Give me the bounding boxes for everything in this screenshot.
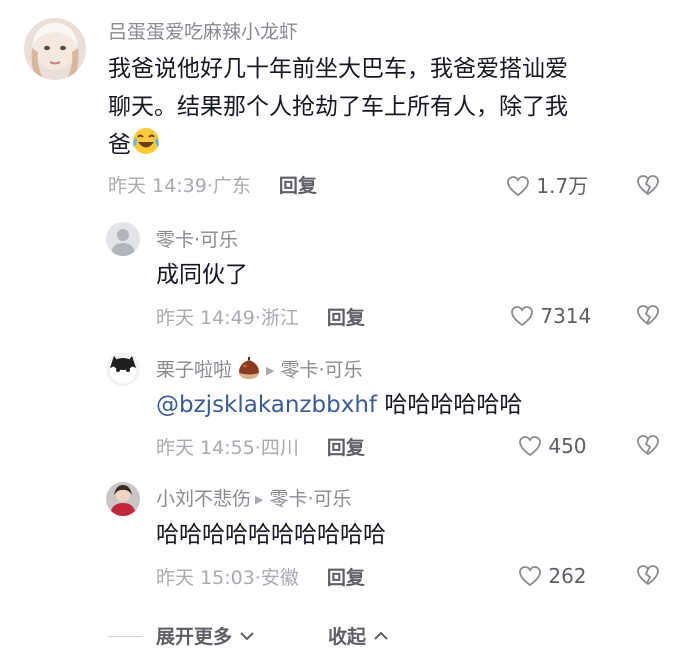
like-count: 262 <box>548 564 587 588</box>
comment-username-text[interactable]: 小刘不悲伤 <box>156 488 251 510</box>
reply-target-username[interactable]: 零卡·可乐 <box>269 488 351 510</box>
chestnut-emoji <box>236 357 262 387</box>
reply-button[interactable]: 回复 <box>327 307 365 329</box>
comment-meta: 昨天 14:39·广东 回复 <box>108 175 317 197</box>
triangle-right-icon: ▶ <box>255 493 264 506</box>
comment-meta: 昨天 14:49·浙江 回复 <box>156 307 365 329</box>
comment-username: 栗子啦啦 ▶ 零卡·可乐 <box>156 357 363 387</box>
reply-button[interactable]: 回复 <box>327 567 365 589</box>
comment-location: 四川 <box>260 437 299 459</box>
comment-location: 安徽 <box>260 567 299 589</box>
comment-text: 成同伙了 <box>156 262 248 288</box>
like-count: 1.7万 <box>536 174 589 198</box>
comment-text-line: 爸 <box>108 126 668 168</box>
like-count: 7314 <box>540 304 592 328</box>
avatar[interactable] <box>106 352 140 386</box>
triangle-right-icon: ▶ <box>266 364 275 377</box>
heart-outline-icon <box>510 304 534 328</box>
avatar[interactable] <box>106 222 140 256</box>
mention-link[interactable]: @bzjsklakanzbbxhf <box>156 392 377 418</box>
comment-username: 小刘不悲伤 ▶ 零卡·可乐 <box>156 487 352 512</box>
comment-username[interactable]: 零卡·可乐 <box>156 228 238 252</box>
dislike-button[interactable] <box>636 564 660 589</box>
comment-text: 我爸说他好几十年前坐大巴车，我爸爱搭讪爱 聊天。结果那个人抢劫了车上所有人，除了… <box>108 50 668 168</box>
dislike-button[interactable] <box>636 174 660 199</box>
comment-text: 哈哈哈哈哈哈哈哈哈哈 <box>156 522 386 548</box>
comment-text: @bzjsklakanzbbxhf 哈哈哈哈哈哈 <box>156 386 522 424</box>
reply-button[interactable]: 回复 <box>327 437 365 459</box>
like-button[interactable]: 1.7万 <box>506 174 588 198</box>
heart-outline-icon <box>518 564 542 588</box>
broken-heart-icon <box>636 305 660 326</box>
broken-heart-icon <box>636 565 660 586</box>
comment-meta: 昨天 14:55·四川 回复 <box>156 437 365 459</box>
comment-time: 昨天 14:55 <box>156 437 255 459</box>
heart-outline-icon <box>518 434 542 458</box>
collapse-button[interactable]: 收起 <box>328 624 389 650</box>
collapse-label: 收起 <box>328 626 367 648</box>
laughing-crying-emoji <box>131 126 161 168</box>
like-button[interactable]: 450 <box>518 434 587 458</box>
comment-text-body: 哈哈哈哈哈哈 <box>384 392 523 418</box>
comment-meta: 昨天 15:03·安徽 回复 <box>156 567 365 589</box>
reply-target-username[interactable]: 零卡·可乐 <box>280 359 362 381</box>
like-button[interactable]: 262 <box>518 564 587 588</box>
expand-more-button[interactable]: 展开更多 <box>156 624 255 650</box>
broken-heart-icon <box>636 175 660 196</box>
comment-location: 广东 <box>212 175 251 197</box>
comment-username[interactable]: 吕蛋蛋爱吃麻辣小龙虾 <box>108 20 298 44</box>
dislike-button[interactable] <box>636 434 660 459</box>
comment-location: 浙江 <box>260 307 299 329</box>
avatar[interactable] <box>24 18 86 80</box>
dislike-button[interactable] <box>636 304 660 329</box>
comment-time: 昨天 15:03 <box>156 567 255 589</box>
comment-time: 昨天 14:49 <box>156 307 255 329</box>
chevron-down-icon <box>239 626 255 648</box>
broken-heart-icon <box>636 435 660 456</box>
like-button[interactable]: 7314 <box>510 304 591 328</box>
divider <box>108 636 142 637</box>
chevron-up-icon <box>373 626 389 648</box>
reply-button[interactable]: 回复 <box>279 175 317 197</box>
heart-outline-icon <box>506 174 530 198</box>
comment-username-text[interactable]: 栗子啦啦 <box>156 359 232 381</box>
replies-footer: 展开更多 收起 <box>0 624 690 650</box>
comment-text-line: 我爸说他好几十年前坐大巴车，我爸爱搭讪爱 <box>108 56 568 82</box>
comment-time: 昨天 14:39 <box>108 175 207 197</box>
like-count: 450 <box>548 434 587 458</box>
comment-text-line: 聊天。结果那个人抢劫了车上所有人，除了我 <box>108 94 568 120</box>
avatar[interactable] <box>106 482 140 516</box>
comment-text-line-end: 爸 <box>108 132 131 158</box>
expand-more-label: 展开更多 <box>156 626 233 648</box>
